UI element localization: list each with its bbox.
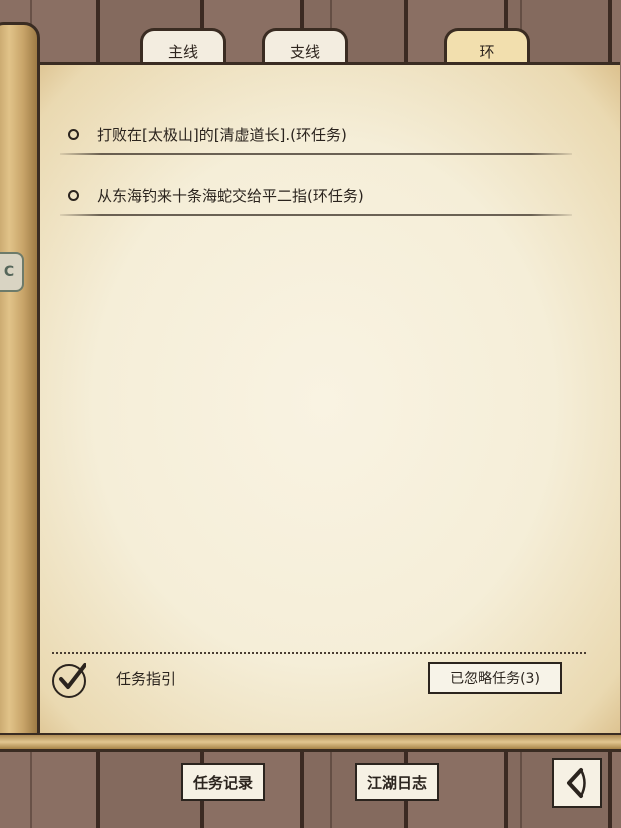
quest-item[interactable]: 从东海钓来十条海蛇交给平二指(环任务) <box>64 175 572 215</box>
scroll-bottom-rod <box>0 733 621 752</box>
quest-text: 打败在[太极山]的[清虚道长].(环任务) <box>97 125 347 144</box>
quest-item[interactable]: 打败在[太极山]的[清虚道长].(环任务) <box>64 114 572 154</box>
task-record-button[interactable]: 任务记录 <box>181 763 265 801</box>
task-record-label: 任务记录 <box>192 773 253 792</box>
quest-text: 从东海钓来十条海蛇交给平二指(环任务) <box>97 186 364 205</box>
bullet-icon <box>68 128 79 140</box>
quest-scroll-paper <box>28 62 620 742</box>
guide-label: 任务指引 <box>116 670 177 688</box>
side-badge-label: C <box>3 264 15 280</box>
bullet-icon <box>68 189 79 201</box>
journal-button[interactable]: 江湖日志 <box>355 763 439 801</box>
back-arrow-icon <box>567 768 586 798</box>
checkmark-icon <box>59 663 86 689</box>
guide-checkbox[interactable] <box>52 663 86 698</box>
ignored-tasks-button[interactable]: 已忽略任务(3) <box>428 662 562 694</box>
divider <box>60 214 572 216</box>
divider <box>60 153 572 155</box>
journal-label: 江湖日志 <box>366 773 427 792</box>
back-button[interactable] <box>552 758 602 808</box>
ignored-tasks-label: 已忽略任务(3) <box>450 671 540 687</box>
side-badge[interactable]: C <box>0 252 24 292</box>
scroll-roll <box>0 22 40 748</box>
divider <box>52 652 586 654</box>
